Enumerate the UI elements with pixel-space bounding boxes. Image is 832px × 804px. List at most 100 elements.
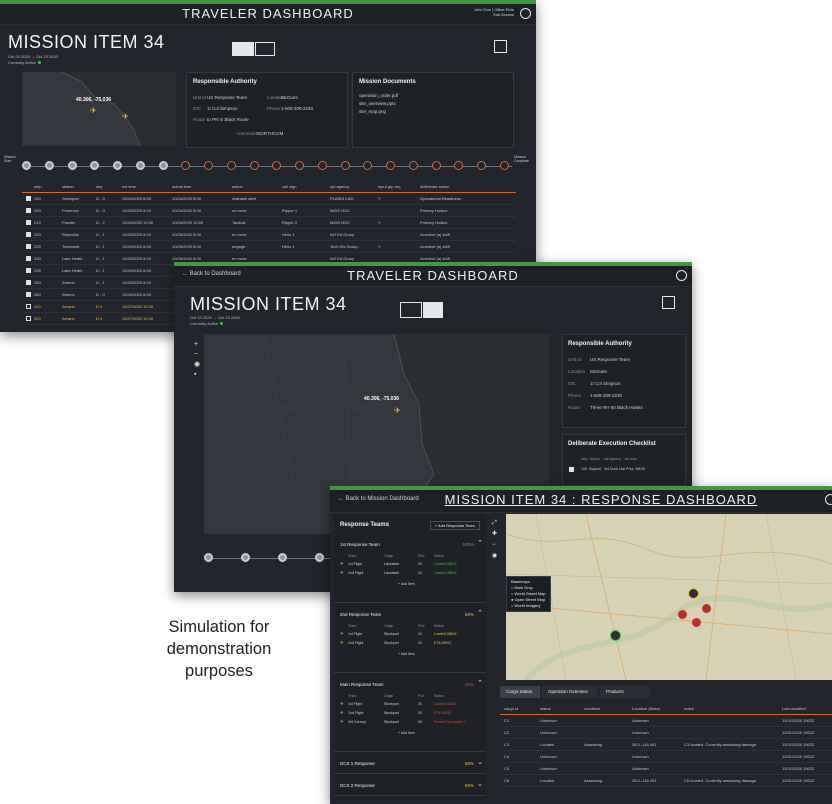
chevron-icon[interactable]: ⌃	[477, 609, 483, 617]
table-row[interactable]: 225 Townwide D - 1 10/25/2020 8:00 10/25/202…	[22, 242, 516, 253]
response-team-section[interactable]: 2nd Response Team 50% ⌃ Team Origin PAX Status…	[334, 606, 486, 673]
column-header[interactable]: input grp req	[378, 184, 400, 189]
aircraft-icon[interactable]: ✈	[90, 106, 97, 115]
row-checkbox[interactable]	[26, 232, 31, 237]
map-marker-icon[interactable]	[678, 610, 687, 619]
table-row[interactable]: C6 Located Assessing 38.0,-118.491 C6 locate…	[500, 776, 832, 787]
row-checkbox[interactable]	[26, 220, 31, 225]
column-header[interactable]: action	[232, 184, 243, 189]
response-team-section[interactable]: Main Response Team 25% ⌃ Team Origin PAX Statu…	[334, 676, 486, 752]
table-row[interactable]: C1 Unknown Unknown 12/31/2020 1902Z	[500, 716, 832, 727]
layout-map-icon[interactable]	[232, 42, 254, 56]
checklist-checkbox[interactable]	[569, 467, 574, 472]
tab-operation-overview[interactable]: Operation Overview	[542, 686, 598, 698]
basemap-option[interactable]: ○ World Imagery	[511, 603, 546, 609]
column-header[interactable]: deliberate action	[420, 184, 449, 189]
export-icon[interactable]	[662, 296, 675, 309]
user-avatar-icon[interactable]	[825, 494, 832, 505]
add-item-button[interactable]: + Add Item	[398, 731, 415, 735]
table-row[interactable]: 220 Reynolds D - 1 10/25/2020 8:00 10/25/202…	[22, 230, 516, 241]
response-team-section[interactable]: DCS 2 Response 50% ⌄	[334, 777, 486, 796]
export-icon[interactable]	[494, 40, 507, 53]
timeline-step-node[interactable]	[241, 553, 250, 562]
timeline-step-node[interactable]	[250, 161, 259, 170]
map-tools[interactable]: ⤢ ✚ − ◉	[492, 518, 497, 562]
timeline-step-node[interactable]	[363, 161, 372, 170]
layout-list-icon[interactable]	[255, 42, 275, 56]
timeline-step-node[interactable]	[409, 161, 418, 170]
row-checkbox[interactable]	[26, 256, 31, 261]
layout-toggle[interactable]	[232, 40, 276, 58]
timeline-step-node[interactable]	[454, 161, 463, 170]
column-header[interactable]: actual time	[172, 184, 191, 189]
table-row[interactable]: 200 Frederick D - 3 10/24/2020 8:00 10/24/20…	[22, 206, 516, 217]
column-header[interactable]: step	[34, 184, 42, 189]
column-header[interactable]: notes	[684, 706, 694, 711]
chevron-icon[interactable]: ⌄	[477, 780, 483, 788]
timeline-step-node[interactable]	[432, 161, 441, 170]
document-link[interactable]: site_map.png	[359, 109, 386, 114]
timeline-step-node[interactable]	[113, 161, 122, 170]
table-row[interactable]: C2 Unknown Unknown 12/31/2020 1902Z	[500, 728, 832, 739]
column-header[interactable]: Location (Base)	[632, 706, 660, 711]
add-item-button[interactable]: + Add Item	[398, 652, 415, 656]
mission-map[interactable]: 40.306, -75.036 ✈ ✈	[22, 72, 176, 146]
timeline-step-node[interactable]	[341, 161, 350, 170]
timeline-step-node[interactable]	[227, 161, 236, 170]
timeline-step-node[interactable]	[45, 161, 54, 170]
column-header[interactable]: status	[540, 706, 551, 711]
timeline-step-node[interactable]	[477, 161, 486, 170]
row-checkbox[interactable]	[26, 304, 31, 309]
column-header[interactable]: Last modified	[782, 706, 806, 711]
column-header[interactable]: day	[96, 184, 102, 189]
timeline-step-node[interactable]	[272, 161, 281, 170]
timeline-step-node[interactable]	[159, 161, 168, 170]
response-map[interactable]: Basemaps ○ Dark Gray ○ World Street Map …	[506, 514, 832, 680]
chevron-icon[interactable]: ⌃	[477, 539, 483, 547]
map-marker-icon[interactable]	[692, 618, 701, 627]
map-marker-icon[interactable]	[688, 588, 699, 599]
column-header[interactable]: call sign	[282, 184, 296, 189]
row-checkbox[interactable]	[26, 292, 31, 297]
timeline-step-node[interactable]	[278, 553, 287, 562]
tab-products[interactable]: Products	[600, 686, 650, 698]
timeline-step-node[interactable]	[90, 161, 99, 170]
row-checkbox[interactable]	[26, 268, 31, 273]
column-header[interactable]: cargo id	[504, 706, 518, 711]
basemap-layer-control[interactable]: Basemaps ○ Dark Gray ○ World Street Map …	[506, 576, 551, 612]
add-response-team-button[interactable]: + Add Response Team	[429, 521, 480, 530]
row-checkbox[interactable]	[26, 280, 31, 285]
timeline-step-node[interactable]	[136, 161, 145, 170]
document-link[interactable]: operation_order.pdf	[359, 93, 398, 98]
layout-map-icon[interactable]	[400, 302, 422, 318]
column-header[interactable]: station	[62, 184, 74, 189]
map-marker-icon[interactable]	[702, 604, 711, 613]
row-checkbox[interactable]	[26, 316, 31, 321]
timeline-step-node[interactable]	[22, 161, 31, 170]
column-header[interactable]: opl agency	[330, 184, 349, 189]
user-avatar-icon[interactable]	[520, 8, 531, 19]
row-checkbox[interactable]	[26, 244, 31, 249]
map-marker-icon[interactable]	[610, 630, 621, 641]
timeline-step-node[interactable]	[295, 161, 304, 170]
map-zoom-controls[interactable]: + − ◉ ▪	[194, 340, 200, 380]
row-checkbox[interactable]	[26, 196, 31, 201]
table-row[interactable]: C4 Unknown Unknown 12/31/2020 1902Z	[500, 752, 832, 763]
chevron-icon[interactable]: ⌄	[477, 758, 483, 766]
table-row[interactable]: C3 Located Assessing 38.0,-118.491 C3 locate…	[500, 740, 832, 751]
table-row[interactable]: C5 Unknown Unknown 12/31/2020 1902Z	[500, 764, 832, 775]
response-team-section[interactable]: DCS 1 Response 50% ⌄	[334, 755, 486, 774]
table-row[interactable]: 100 Stockport D - 3 10/24/2020 8:00 10/24/20…	[22, 194, 516, 205]
timeline-step-node[interactable]	[315, 553, 324, 562]
add-item-button[interactable]: + Add Item	[398, 582, 415, 586]
mission-timeline[interactable]	[22, 156, 512, 178]
table-row[interactable]: 210 Powder D - 2 10/24/2020 12:00 10/24/2020…	[22, 218, 516, 229]
timeline-step-node[interactable]	[386, 161, 395, 170]
timeline-step-node[interactable]	[68, 161, 77, 170]
aircraft-icon[interactable]: ✈	[394, 406, 401, 415]
timeline-step-node[interactable]	[318, 161, 327, 170]
row-checkbox[interactable]	[26, 208, 31, 213]
chevron-icon[interactable]: ⌃	[477, 679, 483, 687]
timeline-step-node[interactable]	[204, 161, 213, 170]
layout-list-icon[interactable]	[423, 302, 443, 318]
